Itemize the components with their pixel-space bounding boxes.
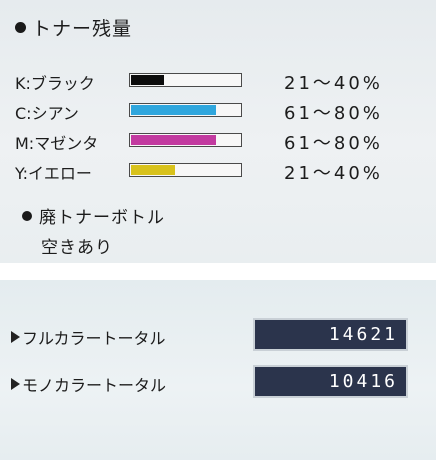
bullet-icon bbox=[15, 22, 26, 33]
counter-panel: フルカラートータル 14621 モノカラートータル 10416 bbox=[0, 280, 436, 460]
counter-label-text: フルカラートータル bbox=[22, 329, 166, 348]
bullet-icon bbox=[22, 210, 32, 221]
toner-level-fill bbox=[131, 165, 175, 175]
counter-label-text: モノカラートータル bbox=[22, 376, 167, 395]
counter-row-full-color: フルカラートータル 14621 bbox=[0, 318, 436, 352]
counter-value: 10416 bbox=[253, 365, 408, 398]
toner-label: C:シアン bbox=[15, 104, 79, 123]
toner-row-yellow: Y:イエロー 21～40% bbox=[0, 159, 436, 184]
toner-range: 61～80% bbox=[284, 103, 383, 124]
toner-range: 61～80% bbox=[284, 133, 383, 154]
toner-row-cyan: C:シアン 61～80% bbox=[0, 99, 436, 124]
waste-toner-title-text: 廃トナーボトル bbox=[39, 208, 165, 228]
panel-separator bbox=[0, 263, 436, 280]
waste-toner-title: 廃トナーボトル bbox=[22, 203, 165, 228]
toner-level-bar bbox=[129, 73, 242, 87]
toner-row-black: K:ブラック 21～40% bbox=[0, 69, 436, 94]
toner-level-fill bbox=[131, 75, 164, 85]
counter-value: 14621 bbox=[253, 318, 408, 351]
toner-level-bar bbox=[129, 163, 242, 177]
toner-status-panel: トナー残量 K:ブラック 21～40% C:シアン 61～80% M:マゼンタ … bbox=[0, 0, 436, 263]
toner-level-fill bbox=[131, 135, 216, 145]
toner-level-bar bbox=[129, 103, 242, 117]
toner-section-title: トナー残量 bbox=[15, 14, 132, 41]
toner-label: K:ブラック bbox=[15, 74, 95, 93]
triangle-right-icon bbox=[11, 378, 20, 390]
triangle-right-icon bbox=[11, 331, 20, 343]
toner-label: M:マゼンタ bbox=[15, 134, 99, 153]
counter-label: フルカラートータル bbox=[11, 325, 166, 349]
toner-row-magenta: M:マゼンタ 61～80% bbox=[0, 129, 436, 154]
counter-label: モノカラートータル bbox=[11, 372, 166, 396]
toner-level-fill bbox=[131, 105, 216, 115]
toner-range: 21～40% bbox=[284, 73, 383, 94]
waste-toner-status: 空きあり bbox=[41, 238, 113, 258]
toner-range: 21～40% bbox=[284, 163, 383, 184]
toner-label: Y:イエロー bbox=[15, 164, 92, 183]
counter-row-mono: モノカラートータル 10416 bbox=[0, 365, 436, 399]
toner-level-bar bbox=[129, 133, 242, 147]
toner-section-title-text: トナー残量 bbox=[32, 18, 133, 40]
